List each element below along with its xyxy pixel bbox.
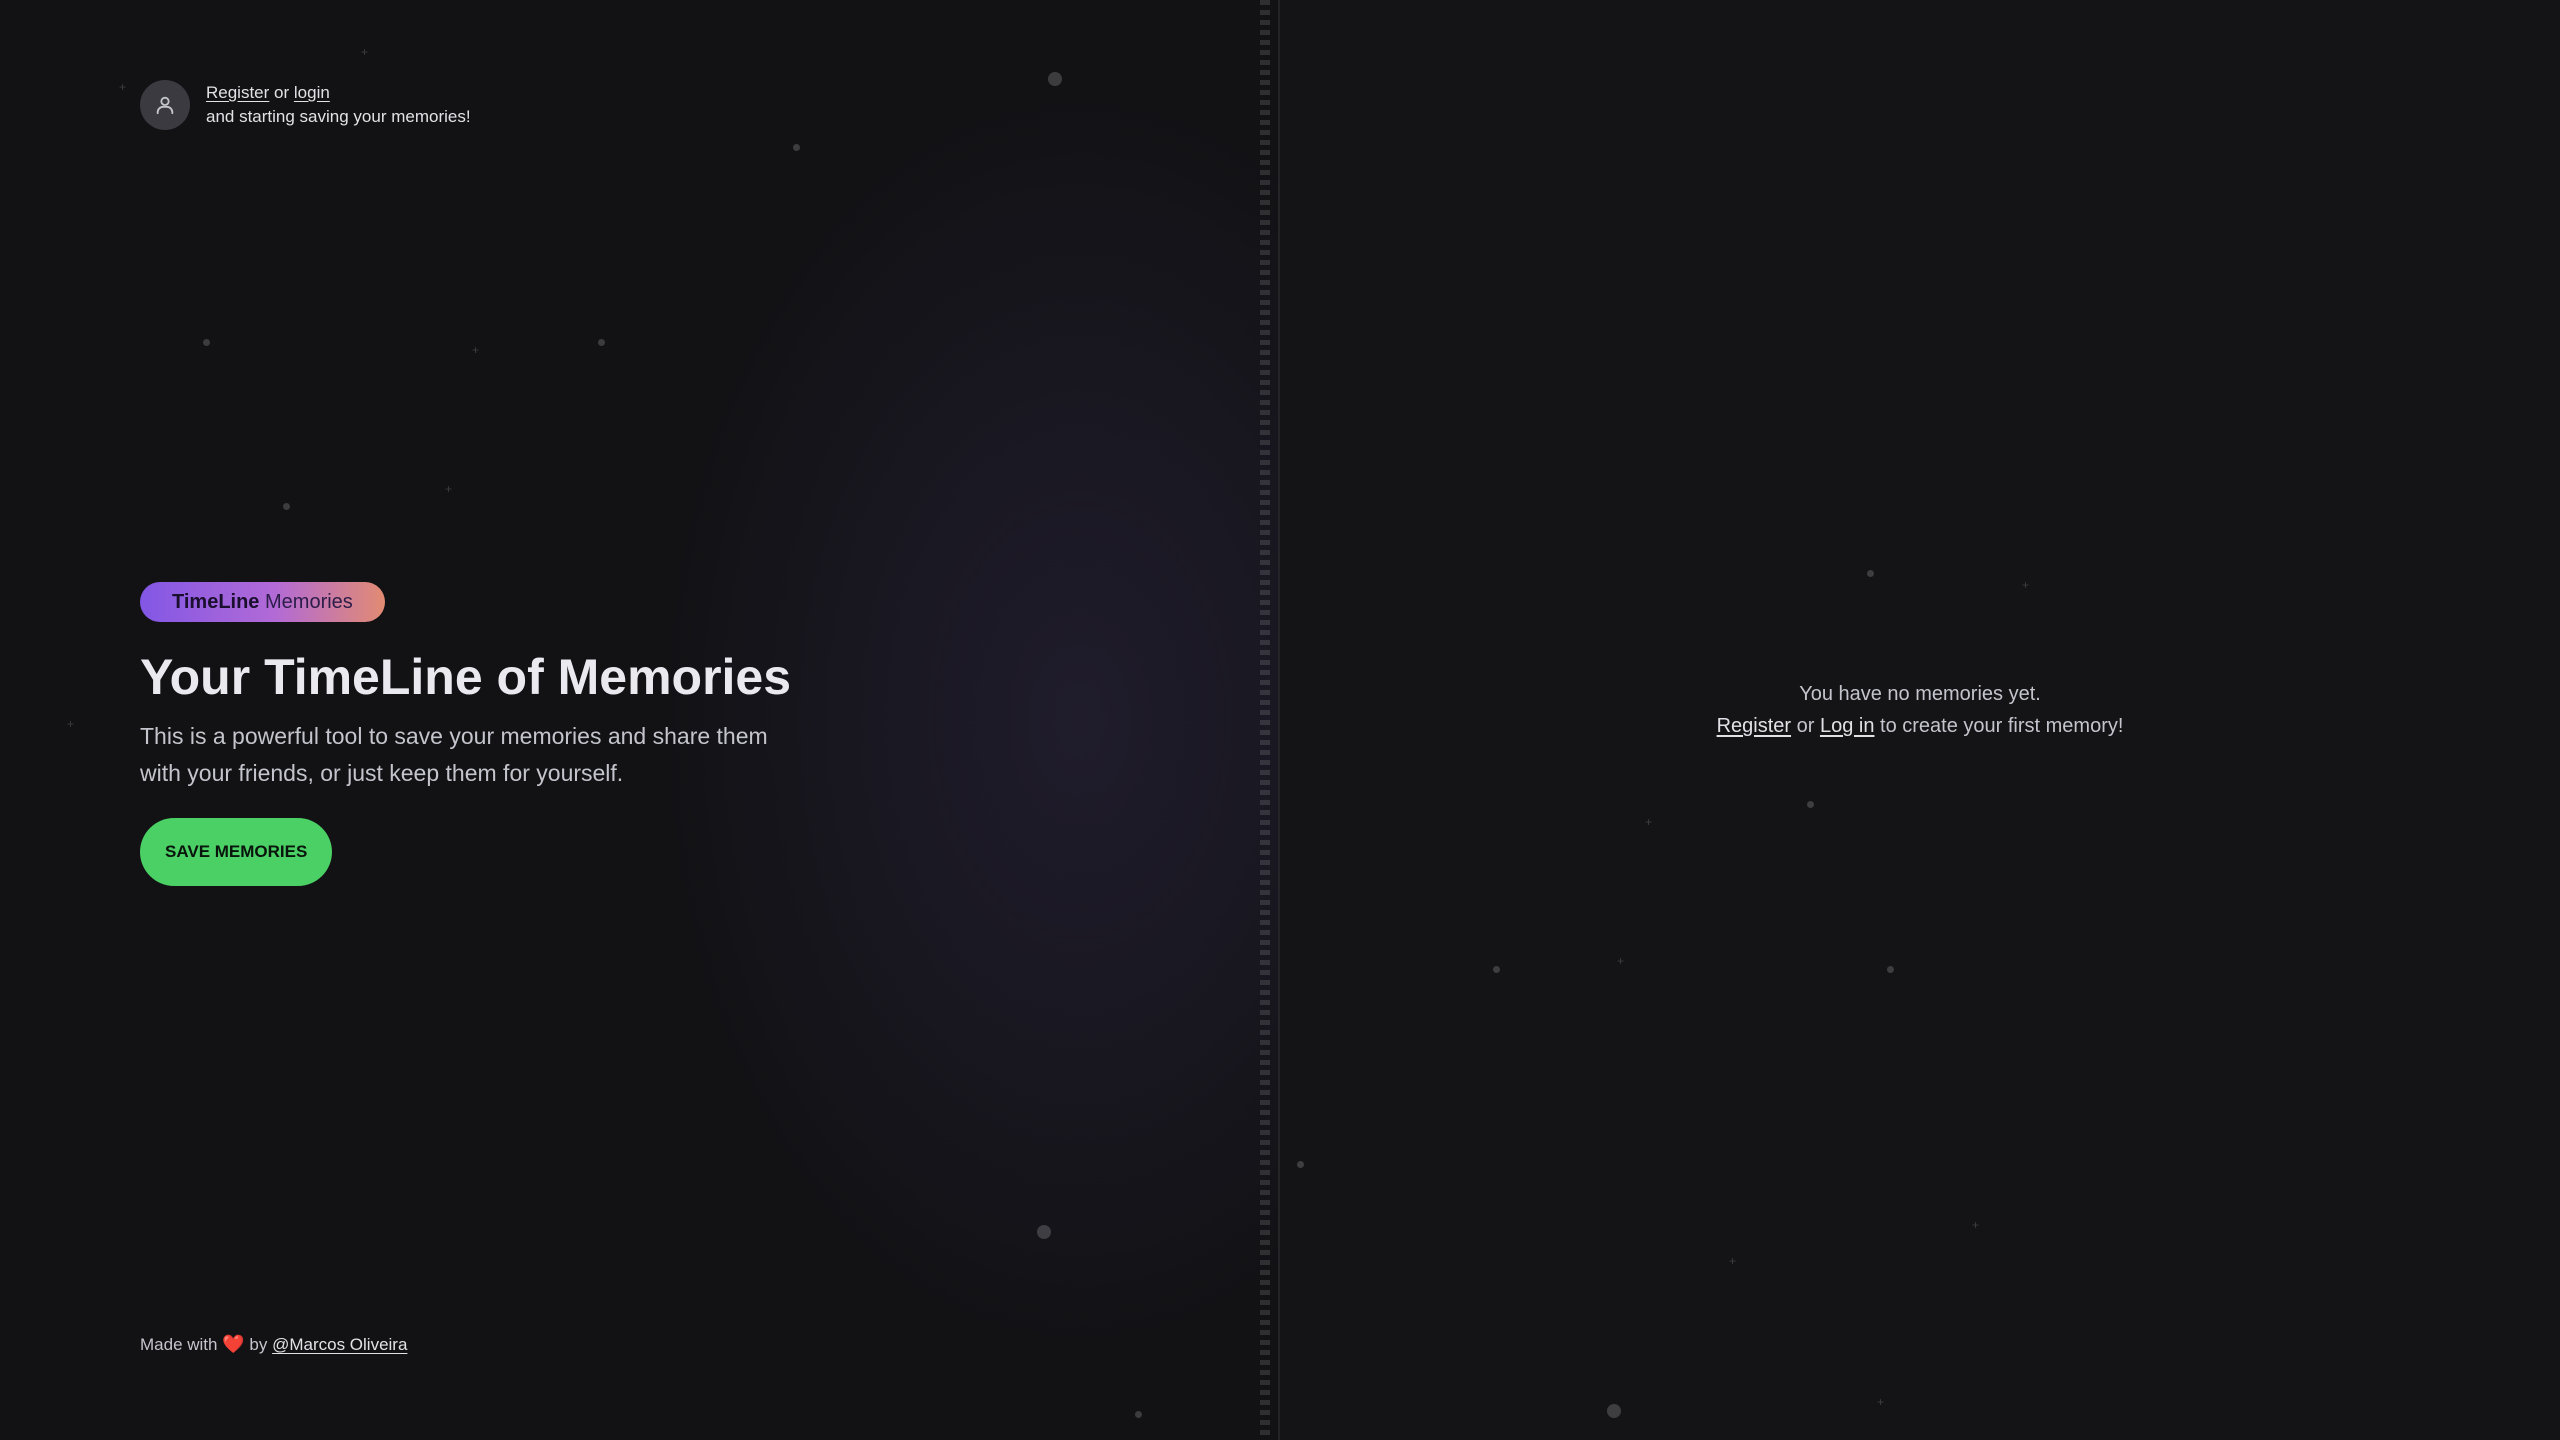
auth-prompt: Register or login and starting saving yo… bbox=[140, 80, 471, 130]
page-title: Your TimeLine of Memories bbox=[140, 649, 792, 705]
star-decoration bbox=[598, 339, 605, 346]
save-memories-button[interactable]: SAVE MEMORIES bbox=[140, 818, 333, 886]
timeline-stripes bbox=[1260, 0, 1270, 1440]
hero-description: This is a powerful tool to save your mem… bbox=[140, 723, 768, 786]
star-decoration: + bbox=[1645, 815, 1653, 829]
avatar[interactable] bbox=[140, 80, 190, 130]
badge-bold-text: TimeLine bbox=[172, 591, 260, 613]
star-decoration: + bbox=[361, 45, 369, 59]
star-decoration bbox=[793, 144, 800, 151]
star-decoration: + bbox=[1729, 1254, 1737, 1268]
or-text: or bbox=[1796, 715, 1815, 737]
by-text: by bbox=[249, 1335, 268, 1354]
hero-content: TimeLine Memories Your TimeLine of Memor… bbox=[140, 582, 840, 886]
empty-state: You have no memories yet. Register or Lo… bbox=[1717, 678, 2124, 742]
star-decoration: + bbox=[1877, 1395, 1885, 1409]
star-decoration: + bbox=[119, 80, 127, 94]
star-decoration: + bbox=[67, 717, 75, 731]
footer-credit: Made with ❤️ by @Marcos Oliveira bbox=[140, 1332, 407, 1357]
star-decoration: + bbox=[445, 482, 453, 496]
login-link[interactable]: Log in bbox=[1820, 715, 1875, 737]
star-decoration bbox=[1135, 1411, 1142, 1418]
star-decoration bbox=[203, 339, 210, 346]
auth-subtitle: and starting saving your memories! bbox=[206, 107, 471, 126]
star-decoration bbox=[1607, 1404, 1621, 1418]
or-text: or bbox=[274, 83, 290, 102]
star-decoration bbox=[1867, 570, 1874, 577]
badge-light-text: Memories bbox=[265, 591, 353, 613]
author-link[interactable]: @Marcos Oliveira bbox=[272, 1335, 407, 1354]
star-decoration bbox=[1297, 1161, 1304, 1168]
made-with-text: Made with bbox=[140, 1335, 218, 1354]
empty-state-actions: Register or Log in to create your first … bbox=[1717, 710, 2124, 742]
star-decoration: + bbox=[1617, 954, 1625, 968]
star-decoration bbox=[1807, 801, 1814, 808]
star-decoration bbox=[1037, 1225, 1051, 1239]
heart-icon: ❤️ bbox=[222, 1334, 245, 1354]
star-decoration: + bbox=[472, 343, 480, 357]
star-decoration bbox=[1887, 966, 1894, 973]
user-icon bbox=[156, 96, 174, 115]
empty-state-suffix: to create your first memory! bbox=[1880, 715, 2124, 737]
login-link[interactable]: login bbox=[294, 83, 330, 102]
star-decoration bbox=[1493, 966, 1500, 973]
brand-badge: TimeLine Memories bbox=[140, 582, 385, 622]
empty-state-message: You have no memories yet. bbox=[1799, 683, 2041, 705]
app-root: + + + + + Register or login and starting… bbox=[0, 0, 2560, 1440]
star-decoration bbox=[1048, 72, 1062, 86]
star-decoration: + bbox=[2022, 578, 2030, 592]
hero-panel: + + + + + Register or login and starting… bbox=[0, 0, 1280, 1440]
register-link[interactable]: Register bbox=[1717, 715, 1791, 737]
auth-prompt-text: Register or login and starting saving yo… bbox=[206, 81, 471, 129]
star-decoration bbox=[283, 503, 290, 510]
memories-panel: + + + + + + You have no memories yet. Re… bbox=[1280, 0, 2560, 1440]
star-decoration: + bbox=[1972, 1218, 1980, 1232]
register-link[interactable]: Register bbox=[206, 83, 269, 102]
